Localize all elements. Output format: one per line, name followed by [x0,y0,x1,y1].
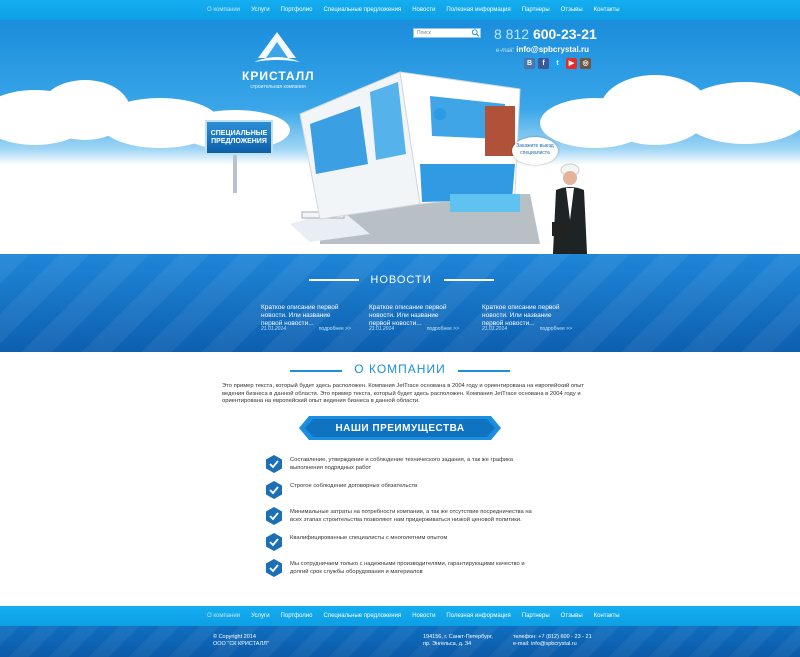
nav-item-special-offers[interactable]: Специальные предложения [323,7,401,13]
title-divider [444,279,494,281]
nav-item-news[interactable]: Новости [412,613,435,619]
specialist-figure [552,163,588,254]
news-title: НОВОСТИ [370,274,432,286]
nav-item-special-offers[interactable]: Специальные предложения [323,613,401,619]
news-date: 21.01.2014 [261,326,287,332]
nav-item-contacts[interactable]: Контакты [594,613,620,619]
about-text: Это пример текста, который будет здесь р… [222,383,585,404]
youtube-icon[interactable]: ▶ [566,58,577,69]
news-meta: 21.01.2014 подробнее >> [261,326,351,332]
house-illustration [290,71,540,244]
nav-item-services[interactable]: Услуги [251,613,269,619]
hero-banner: КРИСТАЛЛ строительная компания Поиск 8 8… [0,20,800,254]
bottom-nav: О компании Услуги Портфолио Специальные … [0,606,800,626]
news-meta: 21.01.2014 подробнее >> [369,326,459,332]
nav-item-portfolio[interactable]: Портфолио [281,7,313,13]
footer-copyright: © Copyright 2014 [213,634,256,640]
news-date: 21.01.2014 [369,326,395,332]
nav-item-reviews[interactable]: Отзывы [561,7,583,13]
nav-item-useful-info[interactable]: Полезная информация [446,7,510,13]
nav-item-news[interactable]: Новости [412,7,435,13]
news-item-text[interactable]: Краткое описание первой новости. Или наз… [261,304,351,328]
footer-address-block: 194156, г. Санкт-Петербург, пр. Энгельса… [423,634,493,648]
advantage-text: Строгое соблюдение договорных обязательс… [290,483,418,489]
footer-contacts-block: телефон: +7 (812) 600 - 23 - 21 e-mail: … [513,634,592,648]
footer-phone: телефон: +7 (812) 600 - 23 - 21 [513,634,592,640]
news-item-text[interactable]: Краткое описание первой новости. Или наз… [369,304,459,328]
footer-copyright-block: © Copyright 2014 ООО "СК КРИСТАЛЛ" [213,634,269,648]
nav-item-partners[interactable]: Партнеры [522,7,550,13]
special-offers-sign[interactable]: СПЕЦИАЛЬНЫЕ ПРЕДЛОЖЕНИЯ [205,120,273,155]
phone-prefix: 8 812 [494,26,530,42]
advantages-title: НАШИ ПРЕИМУЩЕСТВА [335,423,465,434]
footer-address-line1: 194156, г. Санкт-Петербург, [423,634,493,640]
top-nav-links: О компании Услуги Портфолио Специальные … [207,0,631,20]
cloud-decoration [680,82,800,144]
nav-item-partners[interactable]: Партнеры [522,613,550,619]
title-divider [458,370,510,372]
nav-item-about[interactable]: О компании [207,7,240,13]
advantage-text: Квалифицированные специалисты с многолет… [290,535,448,541]
sign-post [233,155,237,193]
bottom-nav-links: О компании Услуги Портфолио Специальные … [207,606,631,626]
title-divider [290,370,342,372]
news-more-link[interactable]: подробнее >> [319,326,351,332]
check-hexagon-icon [266,455,282,473]
advantage-text: Минимальные затраты на потребности компа… [290,509,532,523]
news-more-link[interactable]: подробнее >> [427,326,459,332]
news-date: 21.01.2014 [482,326,508,332]
nav-item-portfolio[interactable]: Портфолио [281,613,313,619]
footer: © Copyright 2014 ООО "СК КРИСТАЛЛ" 19415… [0,626,800,657]
footer-address-line2: пр. Энгельса, д. 34 [423,641,472,647]
about-title: О КОМПАНИИ [354,362,446,376]
check-hexagon-icon [266,559,282,577]
check-hexagon-icon [266,533,282,551]
twitter-icon[interactable]: t [552,58,563,69]
phone-number: 600-23-21 [532,26,597,42]
news-section: НОВОСТИ Краткое описание первой новости.… [0,254,800,352]
advantage-text: Составление, утверждение и соблюдение те… [290,457,513,471]
check-hexagon-icon [266,507,282,525]
nav-item-useful-info[interactable]: Полезная информация [446,613,510,619]
nav-item-contacts[interactable]: Контакты [594,7,620,13]
advantage-text: Мы сотрудничаем только с надежными произ… [290,561,525,575]
footer-email[interactable]: e-mail: info@spbcrystal.ru [513,641,592,648]
nav-item-about[interactable]: О компании [207,613,240,619]
instagram-icon[interactable]: ◎ [580,58,591,69]
footer-company: ООО "СК КРИСТАЛЛ" [213,641,269,647]
news-item-text[interactable]: Краткое описание первой новости. Или наз… [482,304,572,328]
news-more-link[interactable]: подробнее >> [540,326,572,332]
check-hexagon-icon [266,481,282,499]
news-meta: 21.01.2014 подробнее >> [482,326,572,332]
nav-item-reviews[interactable]: Отзывы [561,613,583,619]
nav-item-services[interactable]: Услуги [251,7,269,13]
header-phone: 8 812 600-23-21 [494,26,597,42]
title-divider [309,279,359,281]
top-nav: О компании Услуги Портфолио Специальные … [0,0,800,20]
search-icon[interactable] [471,29,480,37]
